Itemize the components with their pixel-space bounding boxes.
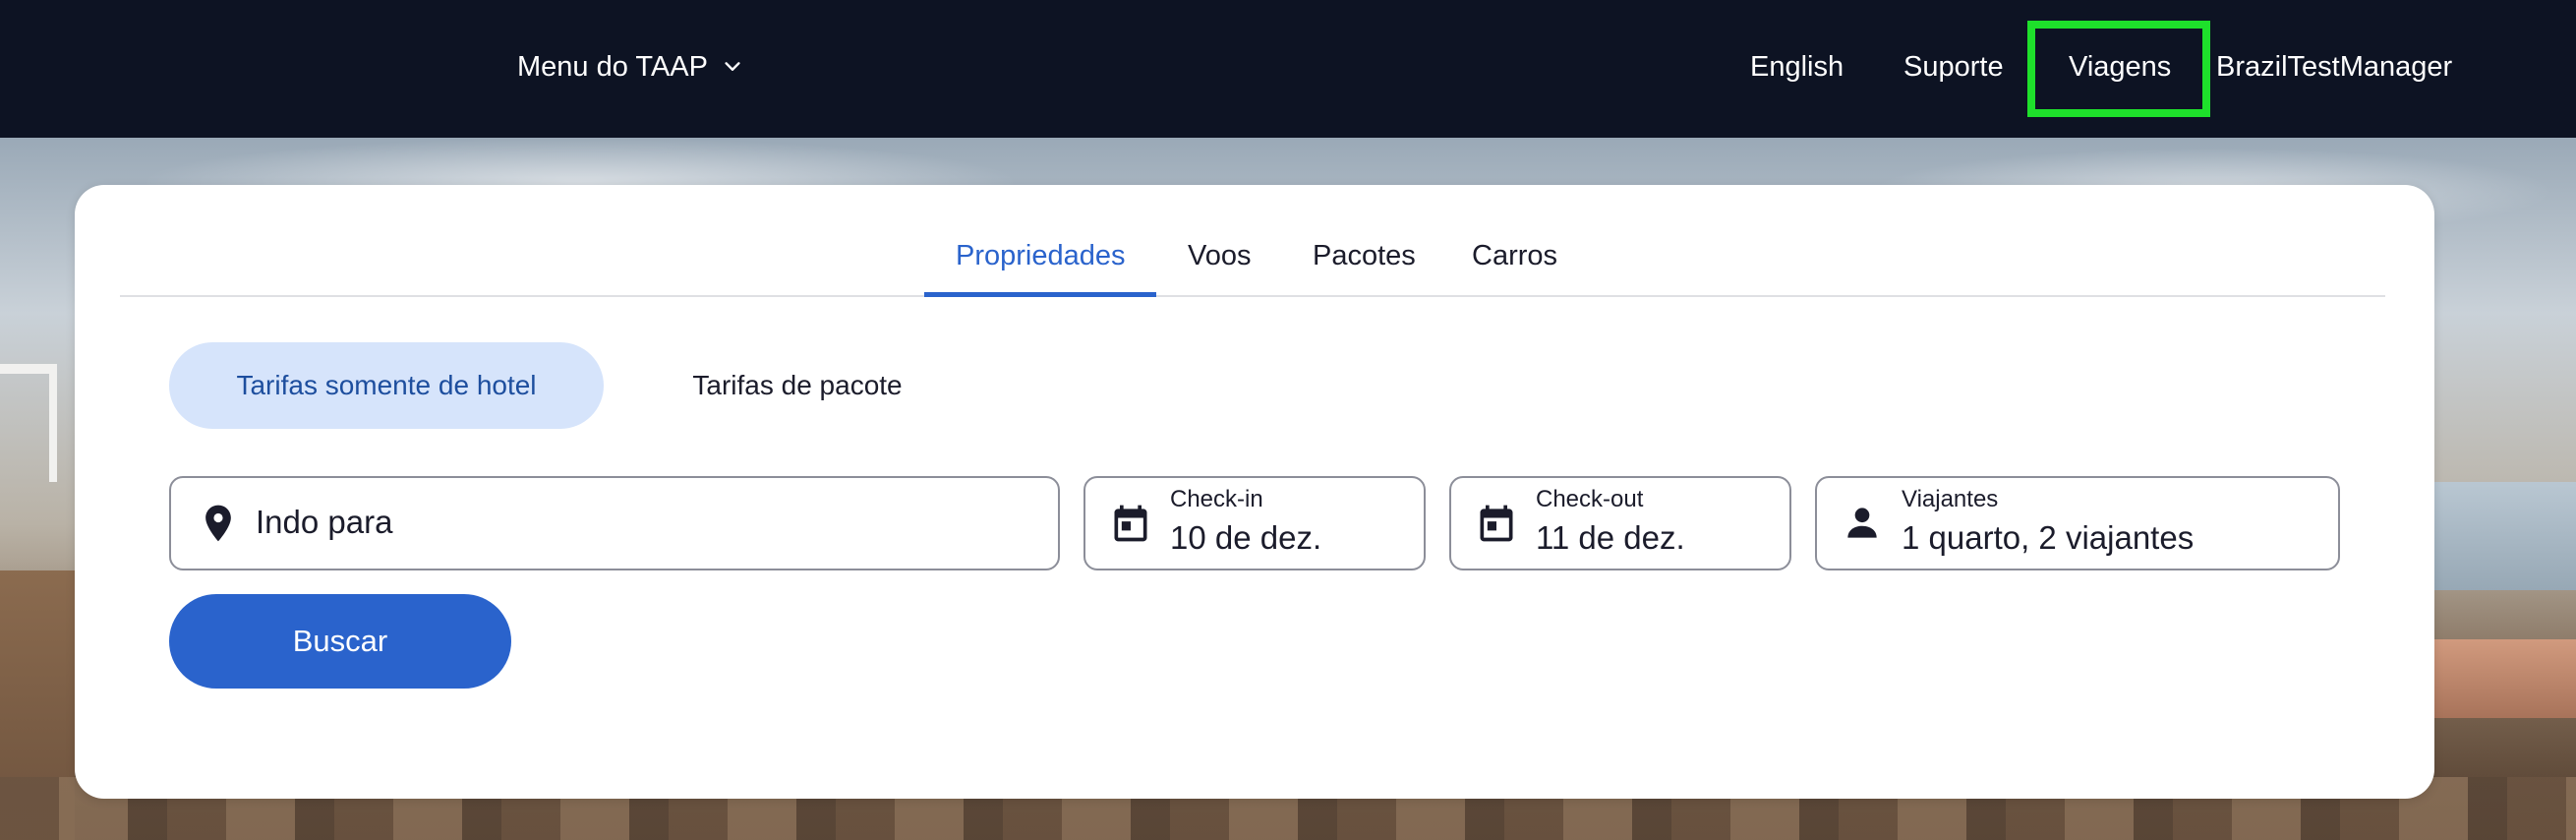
person-icon xyxy=(1847,508,1877,538)
checkin-date-field[interactable]: Check-in 10 de dez. xyxy=(1083,476,1426,570)
background-sea xyxy=(2433,482,2576,590)
checkout-date-field[interactable]: Check-out 11 de dez. xyxy=(1449,476,1791,570)
support-link[interactable]: Suporte xyxy=(1903,47,2004,87)
tabs-divider xyxy=(120,295,2385,297)
hotel-only-rates-button[interactable]: Tarifas somente de hotel xyxy=(169,342,604,429)
tab-cars[interactable]: Carros xyxy=(1472,234,1557,277)
active-tab-indicator xyxy=(924,292,1156,297)
background-pergola xyxy=(0,364,57,482)
user-account-link[interactable]: BrazilTestManager xyxy=(2216,47,2452,87)
search-card: Propriedades Voos Pacotes Carros Tarifas… xyxy=(75,185,2434,799)
checkout-label: Check-out xyxy=(1536,486,1644,512)
destination-field[interactable]: Indo para xyxy=(169,476,1060,570)
travelers-label: Viajantes xyxy=(1902,486,1999,512)
package-rates-button[interactable]: Tarifas de pacote xyxy=(684,342,910,429)
background-lounger xyxy=(2433,639,2576,718)
top-nav-bar: Menu do TAAP English Suporte Viagens Bra… xyxy=(0,0,2576,138)
chevron-down-icon xyxy=(725,62,740,71)
tab-flights[interactable]: Voos xyxy=(1188,234,1252,277)
search-button[interactable]: Buscar xyxy=(169,594,511,689)
checkin-label: Check-in xyxy=(1170,486,1263,512)
taap-menu-dropdown[interactable]: Menu do TAAP xyxy=(517,47,743,87)
destination-placeholder: Indo para xyxy=(256,504,393,540)
taap-menu-label: Menu do TAAP xyxy=(517,50,708,83)
calendar-icon xyxy=(1114,505,1147,542)
tab-packages[interactable]: Pacotes xyxy=(1313,234,1416,277)
checkin-value: 10 de dez. xyxy=(1170,519,1322,556)
language-link[interactable]: English xyxy=(1750,47,1844,87)
map-pin-icon xyxy=(205,505,231,542)
travelers-value: 1 quarto, 2 viajantes xyxy=(1902,519,2195,556)
checkout-value: 11 de dez. xyxy=(1536,519,1685,556)
tab-properties[interactable]: Propriedades xyxy=(956,234,1126,277)
trips-link[interactable]: Viagens xyxy=(2069,47,2171,87)
calendar-icon xyxy=(1480,505,1513,542)
travelers-field[interactable]: Viajantes 1 quarto, 2 viajantes xyxy=(1815,476,2340,570)
